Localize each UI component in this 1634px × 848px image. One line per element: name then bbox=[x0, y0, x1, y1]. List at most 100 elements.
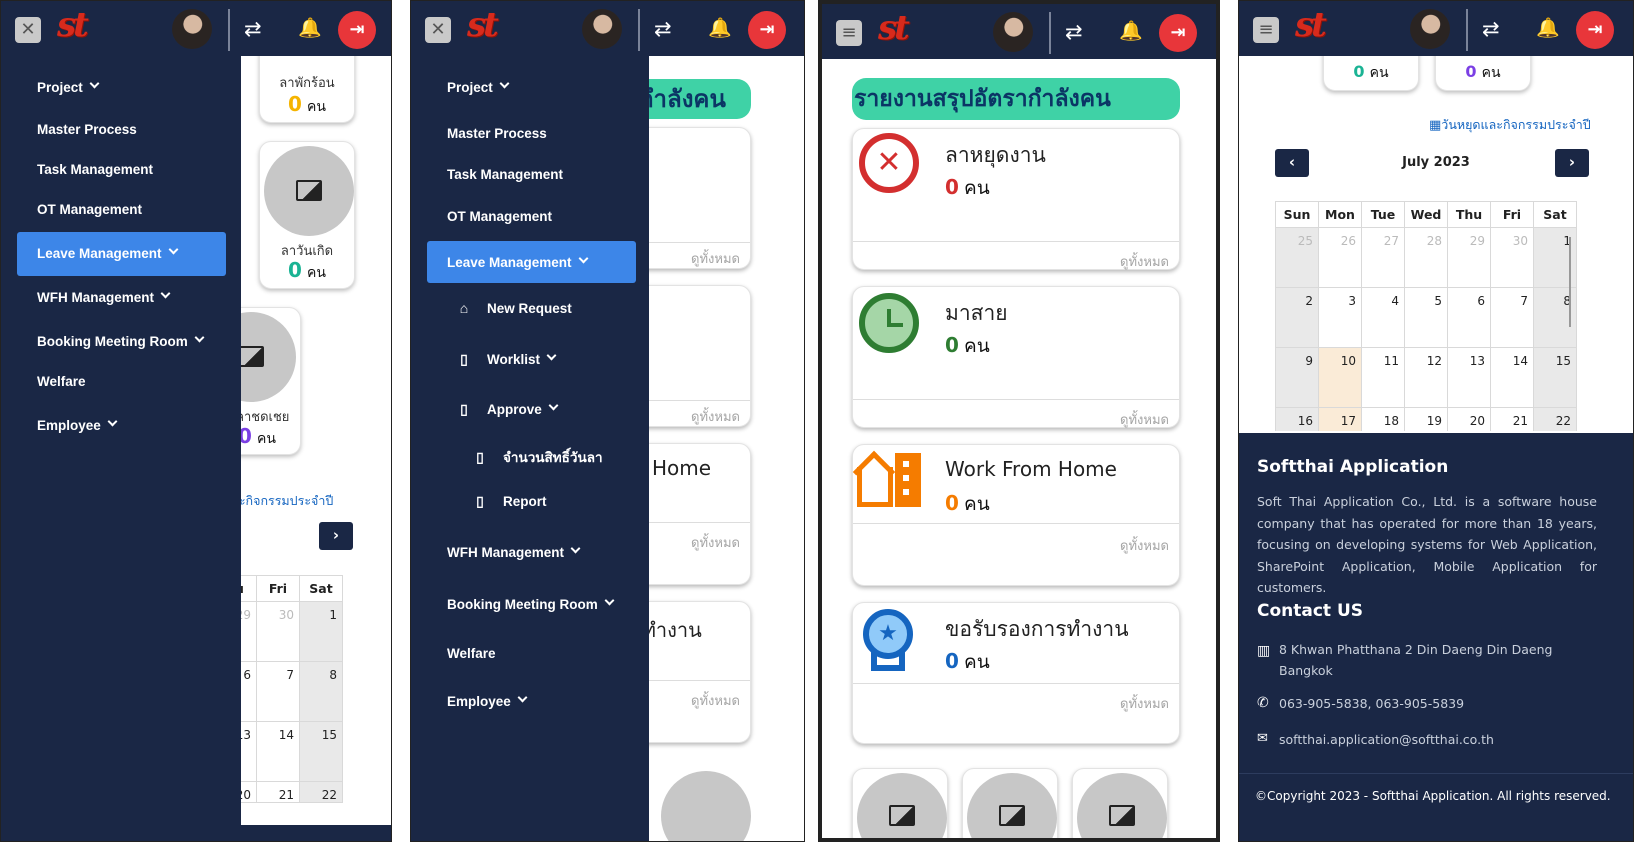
calendar-day[interactable]: 22 bbox=[1533, 407, 1577, 431]
calendar-day[interactable]: 13 bbox=[1447, 347, 1491, 408]
see-all-link[interactable]: ดูทั้งหมด bbox=[1120, 251, 1169, 272]
calendar-day[interactable]: 7 bbox=[256, 661, 300, 722]
submenu-new-request[interactable]: ⌂ New Request bbox=[455, 300, 572, 316]
calendar-day[interactable]: 6 bbox=[1447, 287, 1491, 348]
sidebar-item-employee[interactable]: Employee bbox=[37, 416, 118, 433]
sidebar-item-employee[interactable]: Employee bbox=[447, 692, 528, 709]
close-icon[interactable]: ✕ bbox=[425, 17, 451, 43]
sidebar-item-wfh[interactable]: WFH Management bbox=[37, 288, 171, 305]
submenu-report[interactable]: ▯ Report bbox=[471, 493, 546, 510]
sidebar-item-master-process[interactable]: Master Process bbox=[37, 122, 137, 137]
avatar[interactable] bbox=[993, 12, 1033, 52]
calendar-day[interactable]: 29 bbox=[1447, 227, 1491, 288]
calendar-day[interactable]: 21 bbox=[256, 781, 300, 803]
switch-icon[interactable]: ⇄ bbox=[244, 17, 262, 41]
calendar-day[interactable]: 15 bbox=[1533, 347, 1577, 408]
submenu-approve[interactable]: ▯ Approve bbox=[455, 400, 559, 418]
see-all-link[interactable]: ดูทั้งหมด bbox=[691, 406, 740, 427]
calendar-day[interactable]: 26 bbox=[1318, 227, 1362, 288]
calendar-day[interactable]: 18 bbox=[1361, 407, 1405, 431]
avatar[interactable] bbox=[1410, 9, 1450, 49]
calendar-day[interactable]: 17 bbox=[1318, 407, 1362, 431]
sidebar-item-welfare[interactable]: Welfare bbox=[447, 646, 496, 661]
see-all-link[interactable]: ดูทั้งหมด bbox=[691, 532, 740, 553]
calendar-day[interactable]: 14 bbox=[256, 721, 300, 782]
bell-icon[interactable]: 🔔 bbox=[1119, 19, 1143, 43]
logout-button[interactable]: ⇥ bbox=[338, 11, 376, 49]
logout-button[interactable]: ⇥ bbox=[1159, 14, 1197, 52]
calendar-day[interactable]: 28 bbox=[1404, 227, 1448, 288]
calendar-day[interactable]: 7 bbox=[1490, 287, 1534, 348]
calendar-scroll[interactable]: Sun Mon Tue Wed Thu Fri Sat 25 26 27 28 29 30 1 2345… bbox=[1275, 201, 1589, 431]
sidebar-item-wfh[interactable]: WFH Management bbox=[447, 543, 581, 560]
submenu-entitlement[interactable]: ▯ จำนวนสิทธิ์วันลา bbox=[471, 446, 602, 468]
calendar-next-button[interactable]: › bbox=[1555, 149, 1589, 177]
avatar[interactable] bbox=[172, 9, 212, 49]
switch-icon[interactable]: ⇄ bbox=[654, 17, 672, 41]
bell-icon[interactable]: 🔔 bbox=[298, 16, 322, 40]
leave-type-card[interactable] bbox=[1072, 768, 1168, 838]
sidebar-item-master-process[interactable]: Master Process bbox=[447, 126, 547, 141]
app-logo[interactable]: st bbox=[1295, 5, 1327, 45]
see-all-link[interactable]: ดูทั้งหมด bbox=[691, 690, 740, 711]
summary-card-late[interactable]: มาสาย 0 คน ดูทั้งหมด bbox=[852, 286, 1180, 428]
hamburger-menu-icon[interactable]: ≡ bbox=[1253, 17, 1279, 43]
calendar-day[interactable]: 2 bbox=[1275, 287, 1319, 348]
logout-button[interactable]: ⇥ bbox=[1576, 11, 1614, 49]
calendar-day[interactable]: 19 bbox=[1404, 407, 1448, 431]
sidebar-item-task-management[interactable]: Task Management bbox=[37, 162, 153, 177]
sidebar-item-project[interactable]: Project bbox=[37, 78, 100, 95]
bell-icon[interactable]: 🔔 bbox=[708, 16, 732, 40]
sidebar-item-ot-management[interactable]: OT Management bbox=[447, 209, 552, 224]
calendar-day[interactable]: 27 bbox=[1361, 227, 1405, 288]
calendar-day[interactable]: 12 bbox=[1404, 347, 1448, 408]
leave-type-card[interactable] bbox=[962, 768, 1058, 838]
sidebar-item-booking[interactable]: Booking Meeting Room bbox=[447, 595, 615, 612]
footer-email[interactable]: softthai.application@softthai.co.th bbox=[1279, 732, 1494, 747]
switch-icon[interactable]: ⇄ bbox=[1482, 17, 1500, 41]
see-all-link[interactable]: ดูทั้งหมด bbox=[1120, 693, 1169, 714]
leave-type-card[interactable] bbox=[852, 768, 948, 838]
summary-card-leave[interactable]: ✕ ลาหยุดงาน 0 คน ดูทั้งหมด bbox=[852, 128, 1180, 270]
sidebar-item-welfare[interactable]: Welfare bbox=[37, 374, 86, 389]
see-all-link[interactable]: ดูทั้งหมด bbox=[1120, 409, 1169, 430]
switch-icon[interactable]: ⇄ bbox=[1065, 20, 1083, 44]
sidebar-item-ot-management[interactable]: OT Management bbox=[37, 202, 142, 217]
app-logo[interactable]: st bbox=[57, 5, 89, 45]
calendar-day[interactable]: 22 bbox=[299, 781, 343, 803]
app-logo[interactable]: st bbox=[467, 5, 499, 45]
calendar-day[interactable]: 21 bbox=[1490, 407, 1534, 431]
calendar-day[interactable]: 25 bbox=[1275, 227, 1319, 288]
sidebar-item-booking[interactable]: Booking Meeting Room bbox=[37, 332, 205, 349]
calendar-day[interactable]: 4 bbox=[1361, 287, 1405, 348]
submenu-worklist[interactable]: ▯ Worklist bbox=[455, 350, 557, 368]
calendar-day[interactable]: 11 bbox=[1361, 347, 1405, 408]
hamburger-menu-icon[interactable]: ≡ bbox=[836, 20, 862, 46]
calendar-day[interactable]: 16 bbox=[1275, 407, 1319, 431]
calendar-day[interactable]: 14 bbox=[1490, 347, 1534, 408]
close-icon[interactable]: ✕ bbox=[15, 17, 41, 43]
summary-card-certificate[interactable]: ★ ขอรับรองการทำงาน 0 คน ดูทั้งหมด bbox=[852, 602, 1180, 744]
sidebar-item-project[interactable]: Project bbox=[447, 78, 510, 95]
calendar-next-button[interactable]: › bbox=[319, 522, 353, 550]
holiday-link[interactable]: ▦วันหยุดและกิจกรรมประจำปี bbox=[1429, 115, 1591, 135]
bell-icon[interactable]: 🔔 bbox=[1536, 16, 1560, 40]
see-all-link[interactable]: ดูทั้งหมด bbox=[1120, 535, 1169, 556]
calendar-day[interactable]: 10 bbox=[1318, 347, 1362, 408]
calendar-day[interactable]: 15 bbox=[299, 721, 343, 782]
calendar-day[interactable]: 30 bbox=[1490, 227, 1534, 288]
logout-button[interactable]: ⇥ bbox=[748, 11, 786, 49]
calendar-day[interactable]: 3 bbox=[1318, 287, 1362, 348]
avatar[interactable] bbox=[582, 9, 622, 49]
calendar-day[interactable]: 9 bbox=[1275, 347, 1319, 408]
leave-type-card[interactable]: ลาวันเกิด 0 คน bbox=[259, 141, 355, 289]
scrollbar[interactable] bbox=[1569, 237, 1571, 327]
calendar-day[interactable]: 30 bbox=[256, 601, 300, 662]
calendar-day[interactable]: 20 bbox=[1447, 407, 1491, 431]
calendar-day[interactable]: 8 bbox=[299, 661, 343, 722]
summary-card-wfh[interactable]: Work From Home 0 คน ดูทั้งหมด bbox=[852, 444, 1180, 586]
app-logo[interactable]: st bbox=[878, 8, 910, 48]
calendar-day[interactable]: 1 bbox=[299, 601, 343, 662]
sidebar-item-task-management[interactable]: Task Management bbox=[447, 167, 563, 182]
see-all-link[interactable]: ดูทั้งหมด bbox=[691, 248, 740, 269]
